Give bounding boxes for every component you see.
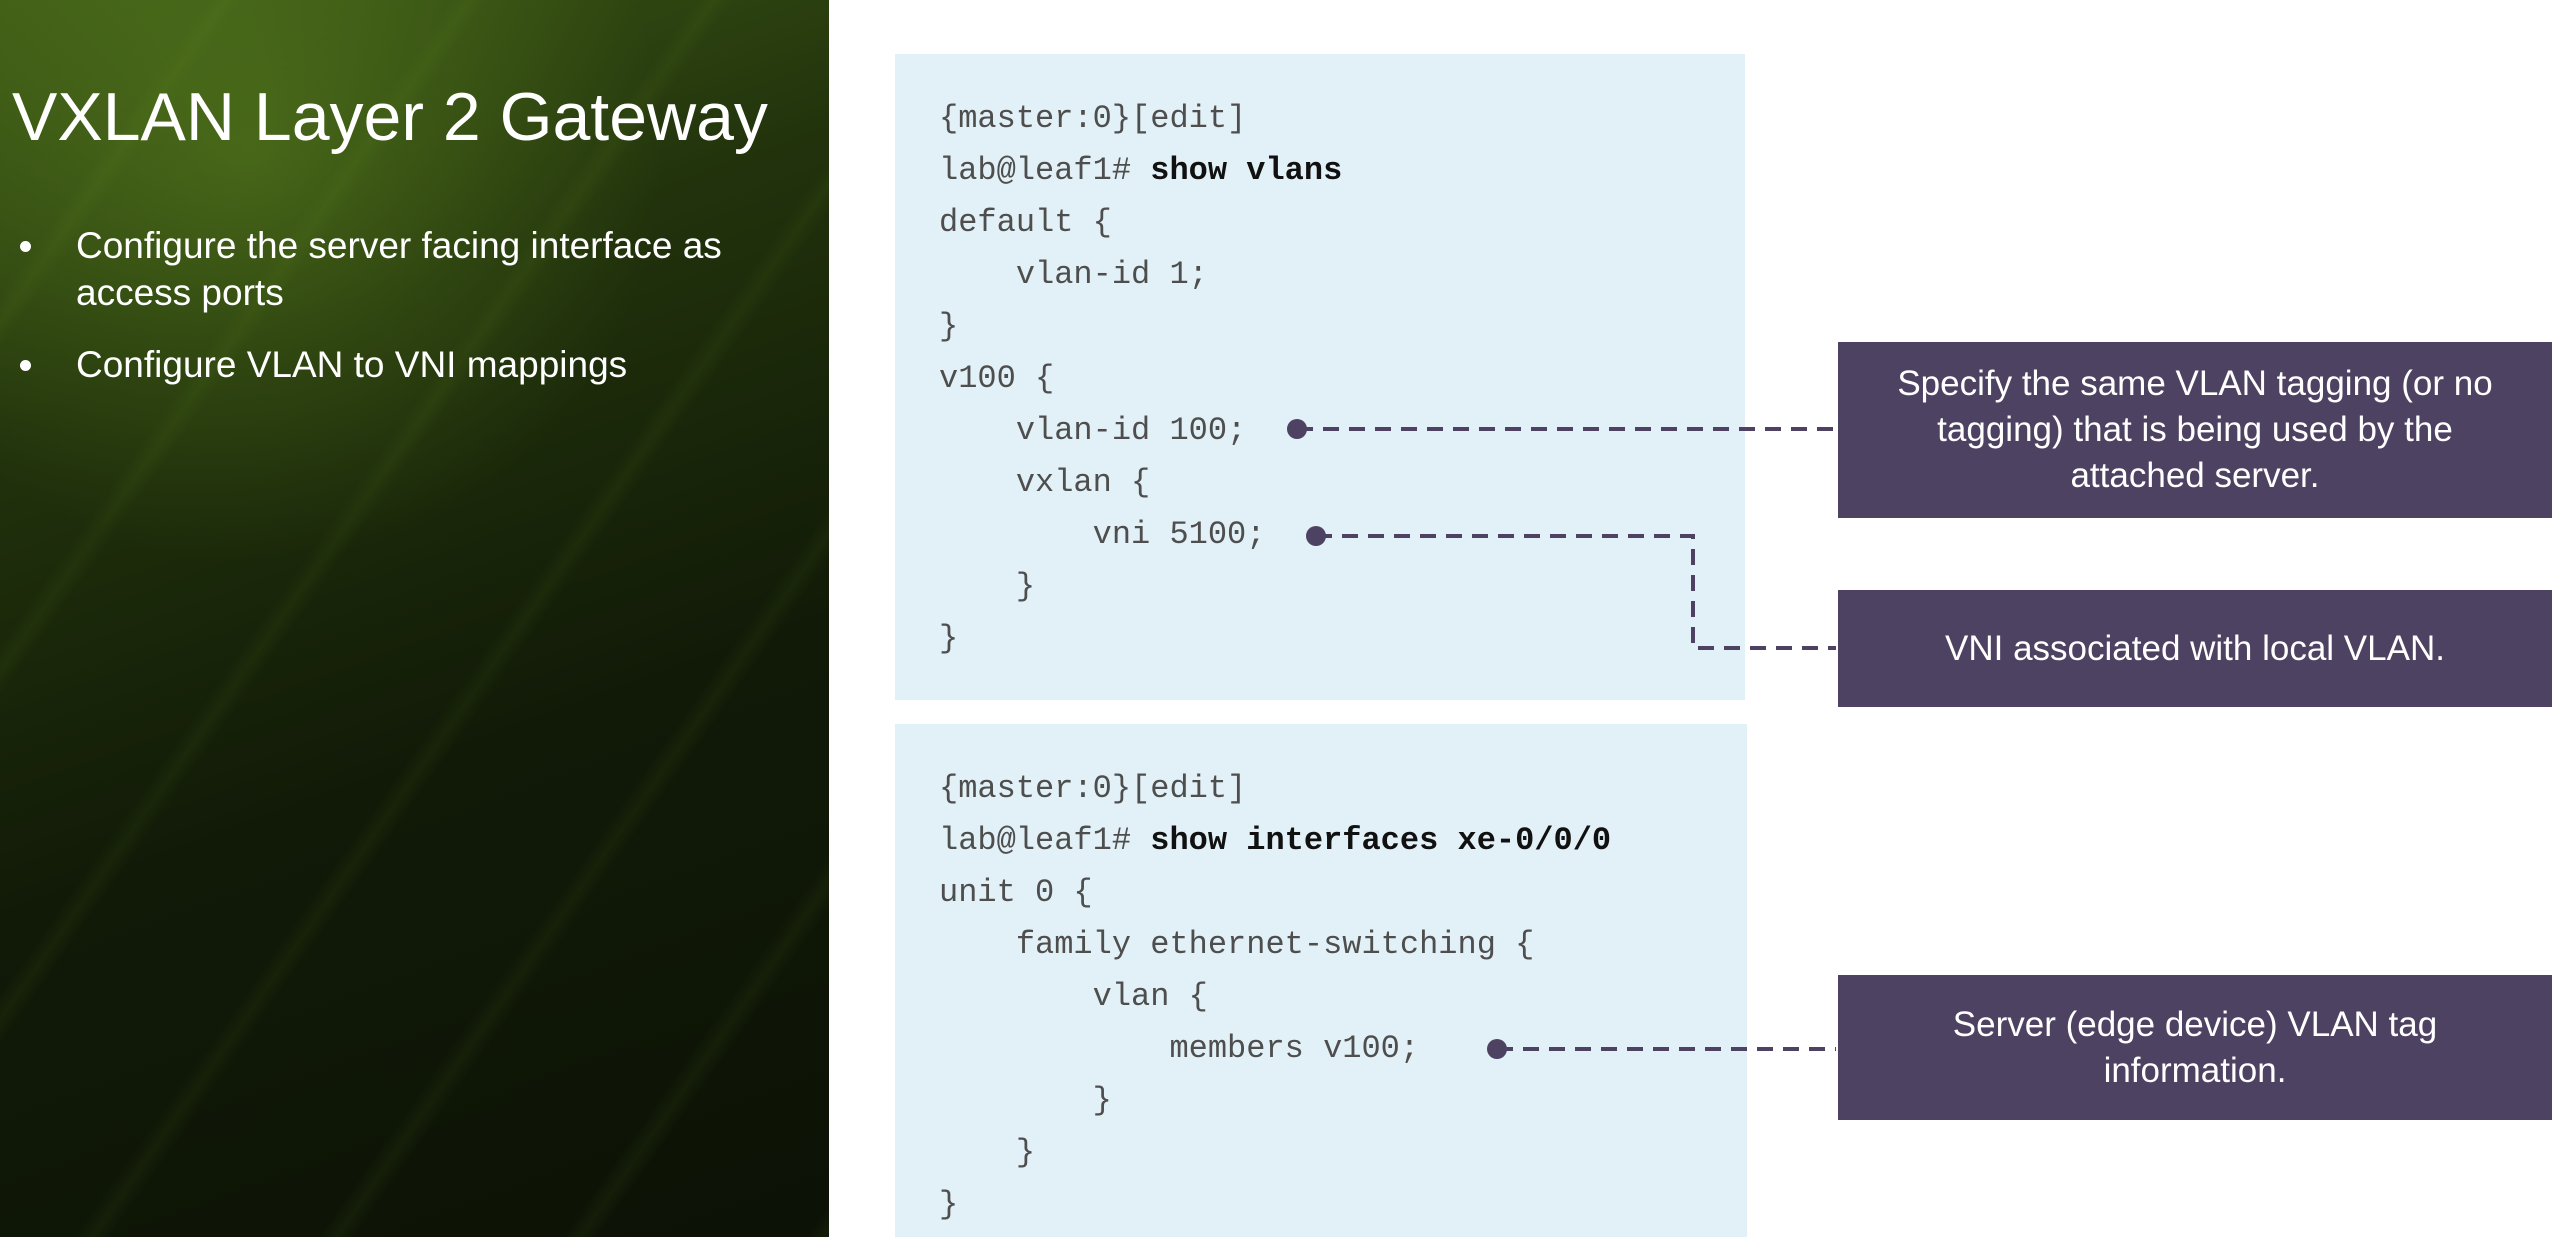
callout-vlan-tagging: Specify the same VLAN tagging (or no tag…: [1838, 342, 2552, 518]
code-line-vlan-id: vlan-id 100;: [939, 412, 1247, 449]
callout-text: Server (edge device) VLAN tag informatio…: [1952, 1004, 2438, 1090]
code-line: {master:0}[edit]: [939, 100, 1247, 137]
code-line: }: [939, 1082, 1112, 1119]
code-line: }: [939, 1186, 959, 1223]
code-line-prompt: lab@leaf1# show interfaces xe-0/0/0: [939, 819, 1611, 863]
code-line: {master:0}[edit]: [939, 770, 1247, 807]
callout-text: VNI associated with local VLAN.: [1945, 628, 2445, 668]
code-line-members: members v100;: [939, 1030, 1420, 1067]
code-line: }: [939, 308, 959, 345]
bullet-item: Configure the server facing interface as…: [16, 222, 796, 316]
code-line: family ethernet-switching {: [939, 926, 1535, 963]
code-line-prompt: lab@leaf1# show vlans: [939, 149, 1342, 193]
prompt: lab@leaf1#: [939, 822, 1151, 859]
callout-server-tag: Server (edge device) VLAN tag informatio…: [1838, 975, 2552, 1120]
code-line: default {: [939, 204, 1112, 241]
code-line: v100 {: [939, 360, 1055, 397]
code-line: }: [939, 620, 959, 657]
callout-vni: VNI associated with local VLAN.: [1838, 590, 2552, 707]
title-panel: VXLAN Layer 2 Gateway Configure the serv…: [0, 0, 829, 1237]
slide: VXLAN Layer 2 Gateway Configure the serv…: [0, 0, 2553, 1237]
code-line: vxlan {: [939, 464, 1151, 501]
command: show interfaces xe-0/0/0: [1150, 822, 1612, 859]
bullet-item: Configure VLAN to VNI mappings: [16, 341, 796, 388]
bullet-list: Configure the server facing interface as…: [16, 222, 796, 413]
code-line: }: [939, 1134, 1036, 1171]
command: show vlans: [1150, 152, 1343, 189]
bullet-dot-icon: [20, 360, 31, 371]
bullet-text: Configure VLAN to VNI mappings: [76, 344, 628, 385]
code-block-show-interfaces: {master:0}[edit] lab@leaf1# show interfa…: [895, 724, 1747, 1237]
slide-title: VXLAN Layer 2 Gateway: [12, 79, 768, 155]
code-line: unit 0 {: [939, 874, 1093, 911]
code-line: }: [939, 568, 1036, 605]
bullet-text: Configure the server facing interface as…: [76, 225, 722, 313]
code-line: vlan {: [939, 978, 1208, 1015]
callout-text: Specify the same VLAN tagging (or no tag…: [1897, 364, 2493, 495]
code-block-show-vlans: {master:0}[edit] lab@leaf1# show vlans d…: [895, 54, 1745, 700]
bullet-dot-icon: [20, 241, 31, 252]
prompt: lab@leaf1#: [939, 152, 1151, 189]
code-line-vni: vni 5100;: [939, 516, 1266, 553]
code-line: vlan-id 1;: [939, 256, 1208, 293]
